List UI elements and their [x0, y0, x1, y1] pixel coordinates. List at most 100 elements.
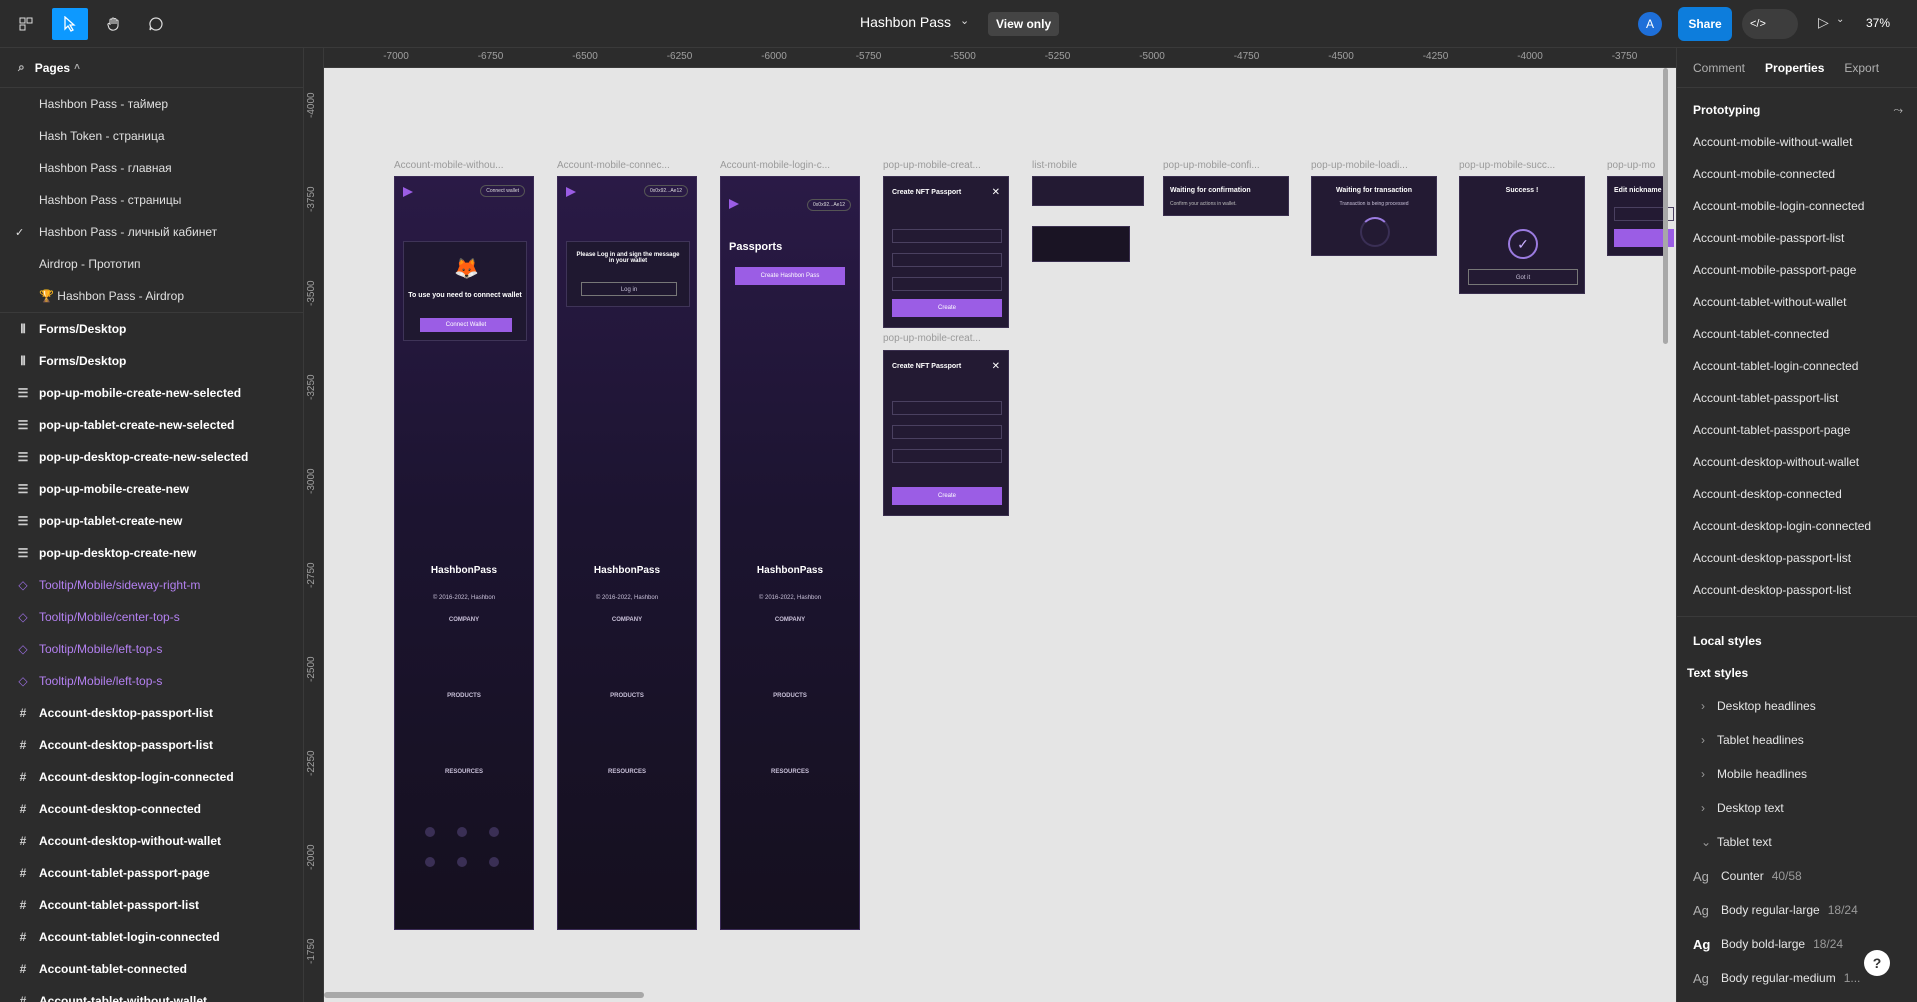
document-title[interactable]: Hashbon Pass [860, 14, 951, 30]
layer-item[interactable]: # Account-desktop-passport-list [0, 697, 303, 729]
close-icon[interactable]: ✕ [992, 361, 1000, 372]
layer-item[interactable]: ⫴ Forms/Desktop [0, 313, 303, 345]
layer-item[interactable]: # Account-desktop-without-wallet [0, 825, 303, 857]
chevron-down-icon[interactable]: ⌄ [960, 14, 969, 27]
main-menu-icon[interactable] [8, 8, 44, 40]
view-only-badge[interactable]: View only [988, 12, 1060, 36]
layer-item[interactable]: ◇ Tooltip/Mobile/left-top-s [0, 633, 303, 665]
page-item[interactable]: Hash Token - страница [0, 120, 303, 152]
frame-label[interactable]: Account-mobile-login-c... [720, 160, 850, 171]
login-button[interactable]: Log in [581, 282, 677, 296]
text-style-group[interactable]: Tablet headlines [1677, 723, 1917, 757]
tab-export[interactable]: Export [1844, 61, 1879, 75]
connect-wallet-button[interactable]: Connect Wallet [420, 318, 512, 332]
create-button[interactable]: Create [892, 299, 1002, 317]
page-item[interactable]: Airdrop - Прототип [0, 248, 303, 280]
page-item[interactable]: 🏆 Hashbon Pass - Airdrop [0, 280, 303, 312]
popup-waiting-confirmation[interactable]: Waiting for confirmation Confirm your ac… [1163, 176, 1289, 216]
frame-label[interactable]: Account-mobile-connec... [557, 160, 687, 171]
text-style-item[interactable]: Ag Body regular-large 18/24 [1677, 893, 1917, 927]
select-verifier-field[interactable] [892, 229, 1002, 243]
popup-create-nft-passport-selected[interactable]: Create NFT Passport ✕ Create [883, 350, 1009, 516]
play-icon[interactable]: ▷ [1818, 14, 1829, 31]
layer-item[interactable]: ☰ pop-up-mobile-create-new [0, 473, 303, 505]
tooltip-frame[interactable] [1032, 226, 1130, 262]
comment-tool-icon[interactable] [138, 8, 174, 40]
layer-item[interactable]: # Account-tablet-without-wallet [0, 985, 303, 1002]
got-it-button[interactable]: Got it [1468, 269, 1578, 285]
hand-tool-icon[interactable] [96, 8, 132, 40]
select-chain-field[interactable] [892, 253, 1002, 267]
frame-label[interactable]: pop-up-mobile-creat... [883, 333, 1009, 344]
layer-item[interactable]: ◇ Tooltip/Mobile/sideway-right-m [0, 569, 303, 601]
flow-item[interactable]: Account-desktop-without-wallet [1677, 446, 1917, 478]
flow-item[interactable]: Account-tablet-without-wallet [1677, 286, 1917, 318]
flow-item[interactable]: Account-mobile-passport-page [1677, 254, 1917, 286]
layer-item[interactable]: # Account-tablet-passport-list [0, 889, 303, 921]
close-icon[interactable]: ✕ [992, 187, 1000, 198]
layer-item[interactable]: ⫴ Forms/Desktop [0, 345, 303, 377]
text-style-group[interactable]: Desktop headlines [1677, 689, 1917, 723]
frame-account-mobile-without-wallet[interactable]: Connect wallet 🦊 To use you need to conn… [394, 176, 534, 930]
flow-item[interactable]: Account-tablet-passport-list [1677, 382, 1917, 414]
frame-label[interactable]: list-mobile [1032, 160, 1142, 171]
select-verifier-field[interactable] [892, 401, 1002, 415]
layer-item[interactable]: # Account-desktop-login-connected [0, 761, 303, 793]
frame-label[interactable]: pop-up-mobile-succ... [1459, 160, 1585, 171]
create-hashbon-pass-button[interactable]: Create Hashbon Pass [735, 267, 845, 285]
frame-label[interactable]: pop-up-mobile-confi... [1163, 160, 1289, 171]
vertical-scrollbar[interactable] [1663, 68, 1668, 344]
nickname-field[interactable] [892, 277, 1002, 291]
page-item[interactable]: Hashbon Pass - таймер [0, 88, 303, 120]
flow-item[interactable]: Account-desktop-passport-list [1677, 542, 1917, 574]
text-style-group[interactable]: Mobile headlines [1677, 757, 1917, 791]
frame-label[interactable]: pop-up-mo [1607, 160, 1667, 171]
tab-properties[interactable]: Properties [1765, 61, 1824, 75]
frame-account-mobile-login-connected[interactable]: 0x0x92...Ae12 Passports Create Hashbon P… [720, 176, 860, 930]
search-icon[interactable]: ⌕ [18, 60, 25, 75]
flow-item[interactable]: Account-tablet-passport-page [1677, 414, 1917, 446]
text-style-group[interactable]: Desktop text [1677, 791, 1917, 825]
pages-header[interactable]: ⌕ Pages ˄ [0, 48, 303, 88]
flow-item[interactable]: Account-tablet-connected [1677, 318, 1917, 350]
wallet-address-pill[interactable]: 0x0x92...Ae12 [807, 199, 851, 211]
page-item[interactable]: Hashbon Pass - главная [0, 152, 303, 184]
layer-item[interactable]: ☰ pop-up-tablet-create-new [0, 505, 303, 537]
wallet-address-pill[interactable]: 0x0x92...Ae12 [644, 185, 688, 197]
avatar[interactable]: A [1638, 12, 1662, 36]
flow-item[interactable]: Account-mobile-login-connected [1677, 190, 1917, 222]
layer-item[interactable]: # Account-tablet-login-connected [0, 921, 303, 953]
page-item[interactable]: Hashbon Pass - страницы [0, 184, 303, 216]
select-chain-field[interactable] [892, 425, 1002, 439]
share-button[interactable]: Share [1678, 7, 1732, 41]
help-button[interactable]: ? [1864, 950, 1890, 976]
flow-icon[interactable]: ⤳ [1893, 103, 1903, 118]
layer-item[interactable]: ◇ Tooltip/Mobile/center-top-s [0, 601, 303, 633]
text-style-item[interactable]: Ag Counter 40/58 [1677, 859, 1917, 893]
frame-account-mobile-connected[interactable]: 0x0x92...Ae12 Please Log in and sign the… [557, 176, 697, 930]
popup-create-nft-passport[interactable]: Create NFT Passport ✕ Create [883, 176, 1009, 328]
flow-item[interactable]: Account-mobile-connected [1677, 158, 1917, 190]
layer-item[interactable]: # Account-desktop-passport-list [0, 729, 303, 761]
flow-item[interactable]: Account-mobile-without-wallet [1677, 126, 1917, 158]
popup-waiting-transaction[interactable]: Waiting for transaction Transaction is b… [1311, 176, 1437, 256]
text-style-group[interactable]: Tablet text [1677, 825, 1917, 859]
layer-item[interactable]: ◇ Tooltip/Mobile/left-top-s [0, 665, 303, 697]
connect-wallet-pill[interactable]: Connect wallet [480, 185, 525, 197]
flow-item[interactable]: Account-mobile-passport-list [1677, 222, 1917, 254]
horizontal-scrollbar[interactable] [324, 992, 644, 998]
popup-edit-nickname[interactable]: Edit nickname [1607, 176, 1674, 256]
flow-item[interactable]: Account-tablet-login-connected [1677, 350, 1917, 382]
flow-item[interactable]: Account-desktop-connected [1677, 478, 1917, 510]
canvas[interactable]: -7000 -6750 -6500 -6250 -6000 -5750 -5500 -5250… [304, 48, 1676, 1002]
move-tool-icon[interactable] [52, 8, 88, 40]
create-button[interactable]: Create [892, 487, 1002, 505]
popup-success[interactable]: Success ! ✓ Got it [1459, 176, 1585, 294]
layer-item[interactable]: # Account-desktop-connected [0, 793, 303, 825]
layer-item[interactable]: ☰ pop-up-desktop-create-new-selected [0, 441, 303, 473]
chevron-down-icon[interactable]: ⌄ [1836, 14, 1844, 25]
layer-item[interactable]: ☰ pop-up-desktop-create-new [0, 537, 303, 569]
dev-mode-toggle[interactable]: </> [1742, 9, 1798, 39]
layer-item[interactable]: ☰ pop-up-tablet-create-new-selected [0, 409, 303, 441]
flow-item[interactable]: Account-desktop-login-connected [1677, 510, 1917, 542]
